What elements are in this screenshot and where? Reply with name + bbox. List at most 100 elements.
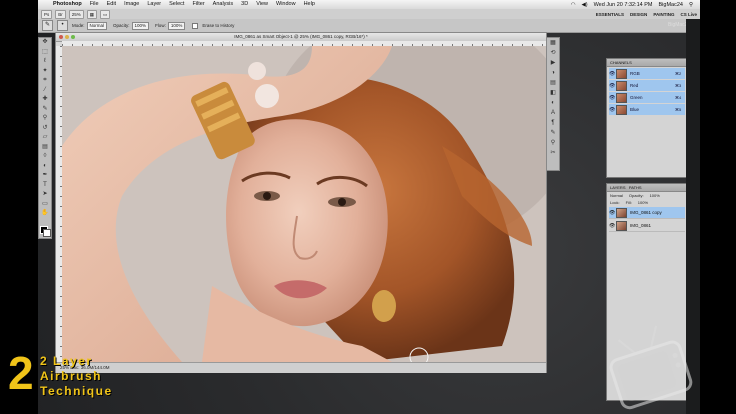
lesson-title-line-2: Airbrush	[40, 369, 103, 383]
visibility-eye-icon[interactable]: 👁	[609, 223, 615, 229]
paragraph-panel-icon[interactable]: ¶	[547, 118, 559, 128]
menu-help[interactable]: Help	[300, 0, 319, 9]
channel-thumbnail	[616, 92, 627, 103]
brush-tool-icon[interactable]: ✎	[39, 105, 51, 115]
menu-filter[interactable]: Filter	[188, 0, 208, 9]
clone-source-panel-icon[interactable]: ⚲	[547, 138, 559, 148]
menu-image[interactable]: Image	[120, 0, 143, 9]
path-select-tool-icon[interactable]: ➤	[39, 190, 51, 200]
zoom-window-icon[interactable]	[71, 35, 75, 39]
channel-thumbnail	[616, 80, 627, 91]
canvas-photo[interactable]	[62, 46, 546, 362]
mode-label: Mode:	[72, 23, 85, 28]
mini-bridge-icon[interactable]: ▦	[547, 38, 559, 48]
panel-dock: ▦ ⟲ ▶ ◑ ▤ ◧ ◐ A ¶ ✎ ⚲ ✂	[546, 37, 560, 171]
layer-thumbnail	[616, 220, 627, 231]
opacity-field[interactable]: 100%	[131, 21, 150, 30]
document-title: IMG_0861 as Smart Object-1 @ 25% (IMG_08…	[234, 34, 368, 39]
dodge-tool-icon[interactable]: ◐	[39, 162, 51, 172]
layer-row[interactable]: 👁 IMG_0861	[609, 220, 685, 232]
workspace-painting[interactable]: PAINTING	[650, 12, 677, 17]
visibility-eye-icon[interactable]: 👁	[609, 83, 615, 89]
erase-history-label: Erase to History	[202, 23, 235, 28]
menubar-clock[interactable]: Wed Jun 20 7:32:14 PM	[591, 2, 656, 8]
workspace-design[interactable]: DESIGN	[627, 12, 650, 17]
color-panel-icon[interactable]: ◑	[547, 68, 559, 78]
clone-stamp-tool-icon[interactable]: ⚲	[39, 114, 51, 124]
channel-row[interactable]: 👁 Green ⌘4	[609, 92, 685, 103]
styles-panel-icon[interactable]: ◧	[547, 88, 559, 98]
menu-window[interactable]: Window	[272, 0, 300, 9]
type-tool-icon[interactable]: T	[39, 181, 51, 191]
menu-select[interactable]: Select	[165, 0, 188, 9]
menu-edit[interactable]: Edit	[103, 0, 120, 9]
cs-live-button[interactable]: CS Live	[677, 12, 700, 17]
menu-analysis[interactable]: Analysis	[209, 0, 237, 9]
gradient-tool-icon[interactable]: ▤	[39, 143, 51, 153]
workspace-essentials[interactable]: ESSENTIALS	[593, 12, 627, 17]
channel-row[interactable]: 👁 Red ⌘3	[609, 80, 685, 91]
flow-label: Flow:	[155, 23, 166, 28]
close-window-icon[interactable]	[59, 35, 63, 39]
blur-tool-icon[interactable]: ◊	[39, 152, 51, 162]
visibility-eye-icon[interactable]: 👁	[609, 71, 615, 77]
menu-3d[interactable]: 3D	[237, 0, 252, 9]
lesson-title-line-1: 2 Layer	[40, 354, 93, 368]
layer-row[interactable]: 👁 IMG_0861 copy	[609, 207, 685, 219]
visibility-eye-icon[interactable]: 👁	[609, 210, 615, 216]
screen-mode-icon[interactable]: ▭	[100, 9, 111, 19]
tab-layers[interactable]: LAYERS	[610, 185, 626, 190]
mode-select[interactable]: Normal	[86, 21, 108, 30]
character-panel-icon[interactable]: A	[547, 108, 559, 118]
document-window: IMG_0861 as Smart Object-1 @ 25% (IMG_08…	[55, 32, 547, 373]
visibility-eye-icon[interactable]: 👁	[609, 95, 615, 101]
healing-tool-icon[interactable]: ✚	[39, 95, 51, 105]
channels-tab[interactable]: CHANNELS	[607, 59, 687, 67]
visibility-eye-icon[interactable]: 👁	[609, 107, 615, 113]
quick-select-tool-icon[interactable]: ✦	[39, 67, 51, 77]
lasso-tool-icon[interactable]: ℓ	[39, 57, 51, 67]
tool-preset-icon[interactable]: ✎	[42, 20, 53, 31]
move-tool-icon[interactable]: ✥	[39, 38, 51, 48]
tab-paths[interactable]: PATHS	[629, 185, 642, 190]
channel-row[interactable]: 👁 RGB ⌘2	[609, 68, 685, 79]
shape-tool-icon[interactable]: ▭	[39, 200, 51, 210]
brush-preset-icon[interactable]: •	[57, 20, 68, 31]
eraser-tool-icon[interactable]: ▱	[39, 133, 51, 143]
volume-icon[interactable]: ◀)	[579, 2, 591, 8]
bridge-button[interactable]: Br	[55, 9, 66, 19]
swatches-panel-icon[interactable]: ▤	[547, 78, 559, 88]
wifi-icon[interactable]: ◠	[568, 2, 579, 8]
eyedropper-tool-icon[interactable]: ⁄	[39, 86, 51, 96]
menu-file[interactable]: File	[86, 0, 103, 9]
menubar-extras: ◠ ◀) Wed Jun 20 7:32:14 PM BigMac24 ⚲	[568, 2, 700, 8]
blend-mode-select[interactable]: Normal	[610, 192, 623, 199]
history-brush-tool-icon[interactable]: ↺	[39, 124, 51, 134]
menubar-user[interactable]: BigMac24	[656, 2, 686, 8]
menu-layer[interactable]: Layer	[143, 0, 165, 9]
menu-view[interactable]: View	[252, 0, 272, 9]
background-color-swatch[interactable]	[43, 229, 51, 237]
tool-presets-panel-icon[interactable]: ✂	[547, 148, 559, 158]
spotlight-search-icon[interactable]: ⚲	[686, 2, 696, 8]
channel-row[interactable]: 👁 Blue ⌘5	[609, 104, 685, 115]
actions-panel-icon[interactable]: ▶	[547, 58, 559, 68]
marquee-tool-icon[interactable]: ⬚	[39, 48, 51, 58]
arrange-documents-icon[interactable]: ▦	[86, 9, 98, 19]
fill-label: Fill:	[625, 200, 632, 205]
pen-tool-icon[interactable]: ✒	[39, 171, 51, 181]
channels-panel: CHANNELS 👁 RGB ⌘2 👁 Red ⌘3 👁 Green ⌘4 👁 …	[606, 58, 688, 178]
adjustments-panel-icon[interactable]: ◐	[547, 98, 559, 108]
minimize-window-icon[interactable]	[65, 35, 69, 39]
app-menu[interactable]: Photoshop	[49, 0, 86, 9]
hand-tool-icon[interactable]: ✋	[39, 209, 51, 219]
toolbox: ✥ ⬚ ℓ ✦ ⌗ ⁄ ✚ ✎ ⚲ ↺ ▱ ▤ ◊ ◐ ✒ T ➤ ▭ ✋	[38, 37, 52, 239]
crop-tool-icon[interactable]: ⌗	[39, 76, 51, 86]
flow-field[interactable]: 100%	[167, 21, 186, 30]
erase-history-checkbox[interactable]	[192, 22, 199, 29]
brush-panel-icon[interactable]: ✎	[547, 128, 559, 138]
zoom-level-select[interactable]: 25%	[68, 9, 84, 19]
history-panel-icon[interactable]: ⟲	[547, 48, 559, 58]
layer-opacity-field[interactable]: 100%	[650, 192, 660, 199]
fill-field[interactable]: 100%	[638, 199, 648, 206]
